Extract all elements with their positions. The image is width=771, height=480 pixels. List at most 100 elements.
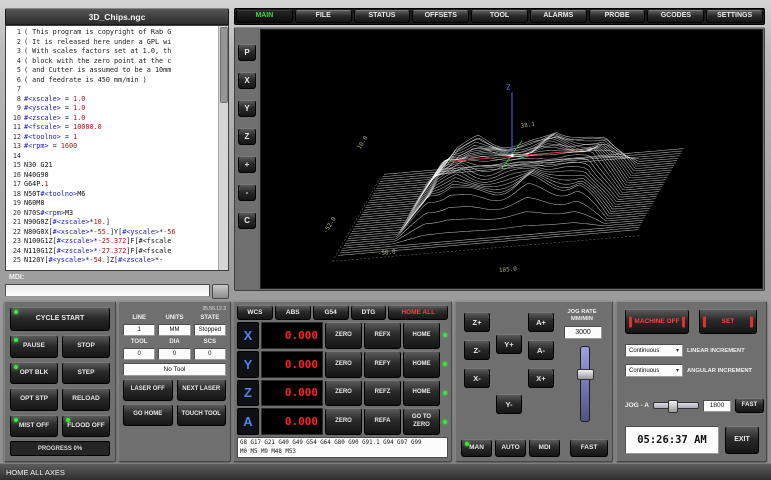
jog-y-minus-button[interactable]: Y- bbox=[496, 394, 522, 414]
dro-header-abs[interactable]: ABS bbox=[275, 305, 311, 320]
view-button-minus[interactable]: - bbox=[238, 184, 256, 201]
exit-button[interactable]: EXIT bbox=[725, 426, 759, 454]
progress-bar: PROGRESS 0% bbox=[10, 441, 110, 456]
opt-stp-button[interactable]: OPT STP bbox=[10, 388, 58, 411]
go-home-button[interactable]: GO HOME bbox=[123, 404, 173, 426]
code-scrollbar[interactable] bbox=[218, 26, 228, 270]
menu-tab-settings[interactable]: SETTINGS bbox=[706, 10, 763, 23]
mist-off-button[interactable]: MIST OFF bbox=[10, 415, 58, 438]
flood-off-button[interactable]: FLOOD OFF bbox=[62, 415, 110, 438]
toolpath-plot: Z38.110.0-52.0-50.0105.0 bbox=[261, 30, 762, 288]
y-ref-button[interactable]: REFY bbox=[364, 351, 401, 378]
cycle-start-label: CYCLE START bbox=[36, 315, 84, 323]
dim-label: Z bbox=[506, 82, 511, 91]
code-line: 19N60M8 bbox=[8, 199, 218, 209]
angular-increment-label: ANGULAR INCREMENT bbox=[687, 368, 752, 374]
jog-rate-label: JOG RATE MM/MIN bbox=[554, 309, 610, 323]
a-home-button[interactable]: GO TO ZERO bbox=[403, 408, 440, 435]
jog-x-minusplus-button[interactable]: X+ bbox=[528, 368, 554, 388]
menu-tab-tool[interactable]: TOOL bbox=[471, 10, 528, 23]
code-area[interactable]: 1( This program is copyright of Rab G2( … bbox=[5, 25, 229, 271]
stop-button[interactable]: STOP bbox=[62, 335, 110, 358]
angular-increment-dropdown[interactable]: Continuous ▾ bbox=[625, 364, 683, 377]
mdi-submit-button[interactable] bbox=[212, 284, 229, 299]
z-zero-button[interactable]: ZERO bbox=[325, 380, 362, 407]
y-home-button[interactable]: HOME bbox=[403, 351, 440, 378]
code-scrollbar-thumb[interactable] bbox=[220, 27, 228, 103]
mode-mdi-button[interactable]: MDI bbox=[529, 439, 560, 457]
menu-tab-main[interactable]: MAIN bbox=[236, 10, 293, 23]
dro-header-wcs[interactable]: WCS bbox=[237, 305, 273, 320]
toolpath-canvas[interactable]: Z38.110.0-52.0-50.0105.0 bbox=[260, 29, 763, 289]
x-ref-button[interactable]: REFX bbox=[364, 322, 401, 349]
jog-rate-slider[interactable] bbox=[580, 346, 590, 422]
jog-y-minusplus-button[interactable]: Y+ bbox=[496, 334, 522, 354]
jog-a-fast-button[interactable]: FAST bbox=[735, 398, 764, 413]
dro-panel: WCSABSG54DTGHOME ALL X0.000ZEROREFXHOMEY… bbox=[233, 301, 452, 462]
axis-letter: Y bbox=[237, 351, 259, 378]
menu-tab-status[interactable]: STATUS bbox=[354, 10, 411, 23]
step-button[interactable]: STEP bbox=[62, 362, 110, 385]
mode-man-button[interactable]: MAN bbox=[461, 439, 492, 457]
z-ref-button[interactable]: REFZ bbox=[364, 380, 401, 407]
view-button-p[interactable]: P bbox=[238, 44, 256, 61]
mdi-input[interactable] bbox=[5, 284, 210, 297]
view-button-y[interactable]: Y bbox=[238, 100, 256, 117]
a-ref-button[interactable]: REFA bbox=[364, 408, 401, 435]
pause-button[interactable]: PAUSE bbox=[10, 335, 58, 358]
z-home-button[interactable]: HOME bbox=[403, 380, 440, 407]
reload-button[interactable]: RELOAD bbox=[62, 388, 110, 411]
opt-blk-button[interactable]: OPT BLK bbox=[10, 362, 58, 385]
jog-x-minus-button[interactable]: X- bbox=[464, 368, 490, 388]
x-home-button[interactable]: HOME bbox=[403, 322, 440, 349]
mode-auto-button[interactable]: AUTO bbox=[495, 439, 526, 457]
status-values-row1: 1MMStopped bbox=[123, 324, 226, 336]
home-all-button[interactable]: HOME ALL bbox=[388, 305, 448, 320]
jog-fast-button[interactable]: FAST bbox=[570, 439, 608, 457]
menu-tab-gcodes[interactable]: GCODES bbox=[647, 10, 704, 23]
menu-tab-file[interactable]: FILE bbox=[295, 10, 352, 23]
mdi-row bbox=[5, 284, 229, 297]
jog-a-slider[interactable] bbox=[653, 402, 699, 409]
laser-off-button[interactable]: LASER OFF bbox=[123, 379, 173, 401]
status-value: Stopped bbox=[194, 324, 226, 336]
dro-header-g54[interactable]: G54 bbox=[313, 305, 349, 320]
x-zero-button[interactable]: ZERO bbox=[325, 322, 362, 349]
linear-increment-row: Continuous ▾ LINEAR INCREMENT bbox=[625, 344, 745, 357]
axis-value: 0.000 bbox=[261, 322, 323, 349]
jog-z-minusplus-button[interactable]: Z+ bbox=[464, 312, 490, 332]
view-button-plus[interactable]: + bbox=[238, 156, 256, 173]
mode-label: MAN bbox=[469, 444, 484, 452]
view-button-z[interactable]: Z bbox=[238, 128, 256, 145]
view-button-x[interactable]: X bbox=[238, 72, 256, 89]
a-zero-button[interactable]: ZERO bbox=[325, 408, 362, 435]
jog-a-minusplus-button[interactable]: A+ bbox=[528, 312, 554, 332]
code-line: 6( and feedrate is 450 mm/min ) bbox=[8, 76, 218, 86]
menu-tab-offsets[interactable]: OFFSETS bbox=[412, 10, 469, 23]
machine-off-button[interactable]: MACHINE OFF bbox=[625, 309, 689, 334]
touch-tool-button[interactable]: TOUCH TOOL bbox=[177, 404, 227, 426]
jog-a-slider-handle[interactable] bbox=[668, 400, 678, 413]
jog-rate-slider-handle[interactable] bbox=[577, 369, 594, 380]
jog-pad: Z+ A+ Y+ Z- A- X- X+ Y- bbox=[462, 308, 558, 420]
code-line: 11#<fscale> = 10000.0 bbox=[8, 123, 218, 133]
menu-tab-alarms[interactable]: ALARMS bbox=[530, 10, 587, 23]
menu-tab-probe[interactable]: PROBE bbox=[589, 10, 646, 23]
status-header: STATE bbox=[194, 315, 226, 321]
linear-increment-dropdown[interactable]: Continuous ▾ bbox=[625, 344, 683, 357]
view-button-c[interactable]: C bbox=[238, 212, 256, 229]
y-zero-button[interactable]: ZERO bbox=[325, 351, 362, 378]
button-led bbox=[14, 365, 18, 369]
jog-a-minus-button[interactable]: A- bbox=[528, 340, 554, 360]
jog-rate-title: JOG RATE bbox=[554, 309, 610, 316]
linear-increment-label: LINEAR INCREMENT bbox=[687, 348, 745, 354]
jog-a-label: JOG - A bbox=[625, 402, 649, 409]
cycle-start-button[interactable]: CYCLE START bbox=[10, 307, 110, 331]
code-line: 22N80G0X[#<xscale>*-55.]Y[#<yscale>*-56 bbox=[8, 228, 218, 238]
chevron-down-icon: ▾ bbox=[676, 367, 679, 374]
estop-set-button[interactable]: SET bbox=[699, 309, 757, 334]
dro-header-dtg[interactable]: DTG bbox=[351, 305, 387, 320]
code-line: 1( This program is copyright of Rab G bbox=[8, 28, 218, 38]
next-laser-button[interactable]: NEXT LASER bbox=[177, 379, 227, 401]
jog-z-minus-button[interactable]: Z- bbox=[464, 340, 490, 360]
